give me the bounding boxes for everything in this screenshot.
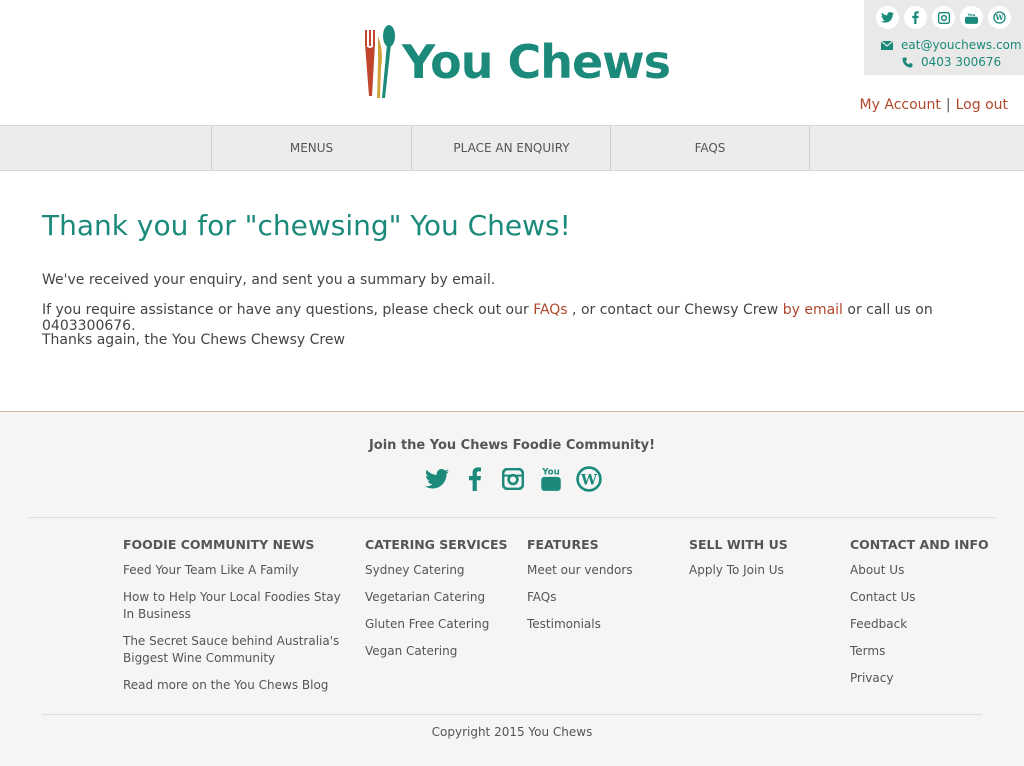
footer-col-catering: CATERING SERVICES Sydney Catering Vegeta… xyxy=(365,537,515,670)
wordpress-icon[interactable]: W xyxy=(576,466,602,492)
svg-text:W: W xyxy=(580,472,598,488)
footer-link[interactable]: Feedback xyxy=(850,616,1020,633)
footer-link[interactable]: Terms xyxy=(850,643,1020,660)
footer-col-title: CONTACT AND INFO xyxy=(850,537,989,552)
cutlery-logo-icon xyxy=(365,25,395,98)
footer-social-row: You W xyxy=(424,466,602,492)
instagram-icon[interactable] xyxy=(932,6,955,29)
copyright-text: Copyright 2015 You Chews xyxy=(431,725,593,739)
footer-col-title: SELL WITH US xyxy=(689,537,788,552)
footer-link[interactable]: The Secret Sauce behind Australia's Bigg… xyxy=(123,633,343,667)
email-link[interactable]: by email xyxy=(783,302,843,318)
footer-link[interactable]: Read more on the You Chews Blog xyxy=(123,677,343,694)
nav-item-label: PLACE AN ENQUIRY xyxy=(453,141,570,155)
contact-box: You W eat@youchews.com 0403 300676 xyxy=(864,0,1024,75)
footer-col-title: FEATURES xyxy=(527,537,599,552)
svg-text:W: W xyxy=(994,13,1004,22)
footer-col-sell: SELL WITH US Apply To Join Us xyxy=(689,537,839,589)
footer-col-contact: CONTACT AND INFO About Us Contact Us Fee… xyxy=(850,537,1020,697)
nav-item-faqs[interactable]: FAQS xyxy=(610,126,810,170)
header-email[interactable]: eat@youchews.com xyxy=(881,38,1022,52)
nav-item-menus[interactable]: MENUS xyxy=(211,126,411,170)
footer-link[interactable]: Feed Your Team Like A Family xyxy=(123,562,343,579)
header-phone[interactable]: 0403 300676 xyxy=(902,55,1001,69)
footer-link[interactable]: Apply To Join Us xyxy=(689,562,839,579)
site-header: You Chews You W eat@youchews.com 0403 30… xyxy=(0,0,1024,125)
twitter-icon[interactable] xyxy=(876,6,899,29)
account-separator: | xyxy=(945,97,951,113)
facebook-icon[interactable] xyxy=(904,6,927,29)
svg-text:You: You xyxy=(541,468,560,478)
footer-link[interactable]: FAQs xyxy=(527,589,677,606)
page-title: Thank you for "chewsing" You Chews! xyxy=(42,209,571,242)
youtube-icon[interactable]: You xyxy=(538,466,564,492)
log-out-link[interactable]: Log out xyxy=(956,97,1008,113)
footer-link[interactable]: Testimonials xyxy=(527,616,677,633)
header-phone-text: 0403 300676 xyxy=(921,55,1002,69)
nav-item-label: MENUS xyxy=(289,141,334,155)
nav-item-place-an-enquiry[interactable]: PLACE AN ENQUIRY xyxy=(411,126,611,170)
twitter-icon[interactable] xyxy=(424,466,450,492)
footer-link[interactable]: About Us xyxy=(850,562,1020,579)
main-nav: MENUS PLACE AN ENQUIRY FAQS xyxy=(0,125,1024,171)
svg-text:You: You xyxy=(967,12,976,17)
footer-link[interactable]: Vegan Catering xyxy=(365,643,515,660)
assistance-middle: , or contact our Chewsy Crew xyxy=(567,302,783,318)
footer-link[interactable]: How to Help Your Local Foodies Stay In B… xyxy=(123,589,343,623)
footer-link[interactable]: Gluten Free Catering xyxy=(365,616,515,633)
faqs-link[interactable]: FAQs xyxy=(533,302,567,318)
assistance-prefix: If you require assistance or have any qu… xyxy=(42,302,534,318)
wordpress-icon[interactable]: W xyxy=(988,6,1011,29)
my-account-link[interactable]: My Account xyxy=(860,97,941,113)
nav-item-label: FAQS xyxy=(694,141,726,155)
footer-link[interactable]: Sydney Catering xyxy=(365,562,515,579)
envelope-icon xyxy=(881,40,893,50)
site-footer: Join the You Chews Foodie Community! You… xyxy=(0,411,1024,766)
logo-wordmark: You Chews xyxy=(402,35,671,89)
footer-col-title: FOODIE COMMUNITY NEWS xyxy=(123,537,315,552)
footer-col-features: FEATURES Meet our vendors FAQs Testimoni… xyxy=(527,537,677,643)
footer-link[interactable]: Vegetarian Catering xyxy=(365,589,515,606)
main-content: Thank you for "chewsing" You Chews! We'v… xyxy=(0,171,1024,411)
footer-divider-bottom xyxy=(42,714,982,715)
header-social-row: You W xyxy=(876,6,1011,29)
footer-col-title: CATERING SERVICES xyxy=(365,537,508,552)
youtube-icon[interactable]: You xyxy=(960,6,983,29)
footer-link[interactable]: Contact Us xyxy=(850,589,1020,606)
site-logo[interactable]: You Chews xyxy=(362,24,671,100)
header-email-text: eat@youchews.com xyxy=(901,38,1022,52)
assistance-text: If you require assistance or have any qu… xyxy=(42,302,1024,334)
phone-icon xyxy=(902,57,913,67)
footer-link[interactable]: Privacy xyxy=(850,670,1020,687)
footer-divider-top xyxy=(28,517,996,518)
account-links: My Account | Log out xyxy=(860,97,1008,113)
confirmation-text: We've received your enquiry, and sent yo… xyxy=(42,272,496,288)
footer-col-news: FOODIE COMMUNITY NEWS Feed Your Team Lik… xyxy=(123,537,343,704)
facebook-icon[interactable] xyxy=(462,466,488,492)
instagram-icon[interactable] xyxy=(500,466,526,492)
join-community-heading: Join the You Chews Foodie Community! xyxy=(368,438,656,453)
signoff-text: Thanks again, the You Chews Chewsy Crew xyxy=(42,332,345,348)
footer-link[interactable]: Meet our vendors xyxy=(527,562,677,579)
